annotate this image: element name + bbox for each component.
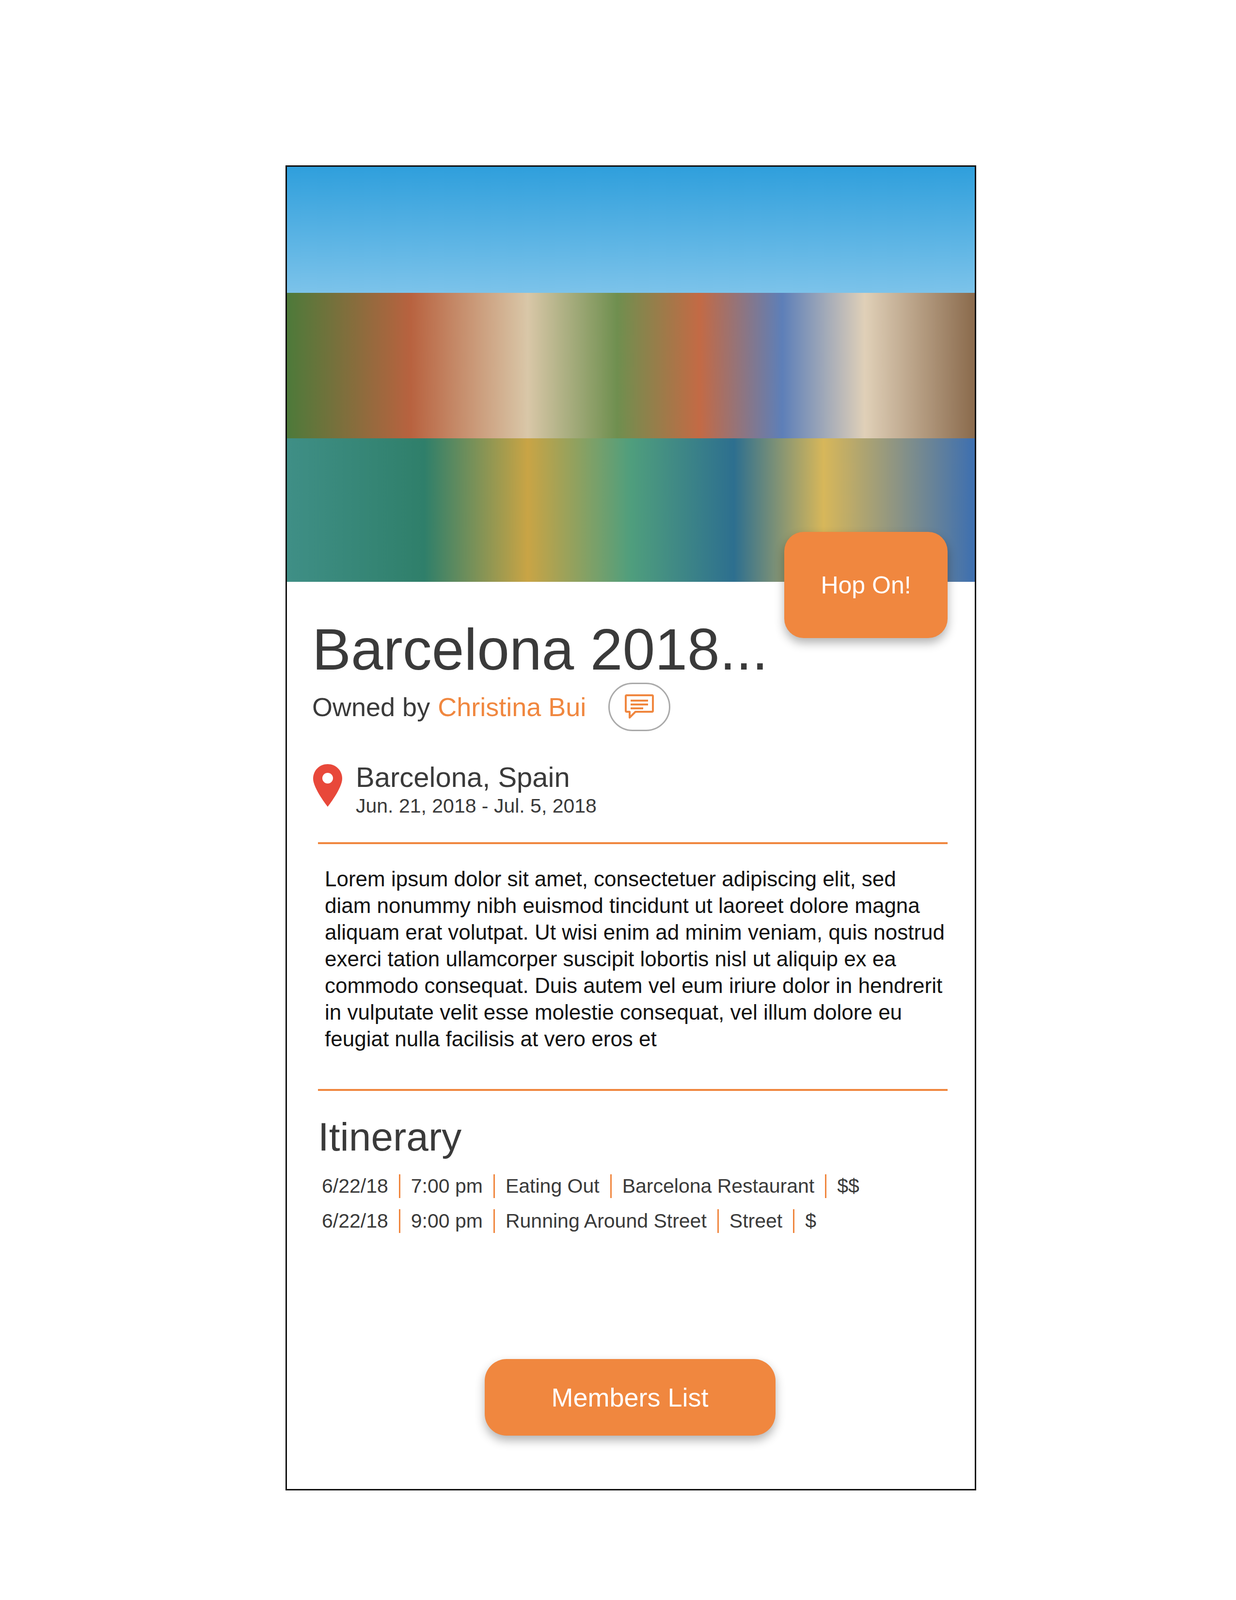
location-block: Barcelona, Spain Jun. 21, 2018 - Jul. 5,… [312, 760, 948, 818]
trip-description: Lorem ipsum dolor sit amet, consectetuer… [324, 865, 948, 1052]
trip-card: Hop On! Barcelona 2018... Owned by Chris… [285, 165, 977, 1490]
bottom-bar: Members List [312, 1329, 948, 1489]
trip-dates: Jun. 21, 2018 - Jul. 5, 2018 [355, 793, 597, 818]
chat-icon [623, 693, 655, 721]
owner-label: Owned by [312, 691, 430, 722]
itinerary-time: 7:00 pm [398, 1173, 494, 1198]
hop-on-button[interactable]: Hop On! [784, 531, 948, 638]
itinerary-date: 6/22/18 [321, 1208, 399, 1233]
owner-row: Owned by Christina Bui [312, 682, 948, 731]
members-list-button[interactable]: Members List [484, 1358, 776, 1436]
location-name: Barcelona, Spain [355, 760, 597, 794]
itinerary-place: Street [717, 1208, 793, 1233]
itinerary-list: 6/22/18 7:00 pm Eating Out Barcelona Res… [321, 1168, 948, 1238]
itinerary-row[interactable]: 6/22/18 7:00 pm Eating Out Barcelona Res… [321, 1168, 948, 1204]
itinerary-time: 9:00 pm [398, 1208, 494, 1233]
page: Hop On! Barcelona 2018... Owned by Chris… [0, 0, 1236, 1600]
itinerary-activity: Eating Out [493, 1173, 611, 1198]
trip-details: Barcelona 2018... Owned by Christina Bui… [286, 581, 975, 1489]
itinerary-row[interactable]: 6/22/18 9:00 pm Running Around Street St… [321, 1203, 948, 1238]
itinerary-price: $$ [824, 1173, 871, 1198]
itinerary-date: 6/22/18 [321, 1173, 399, 1198]
divider [317, 841, 948, 844]
itinerary-price: $ [792, 1208, 827, 1233]
location-pin-icon [312, 762, 344, 808]
itinerary-title: Itinerary [317, 1112, 948, 1161]
itinerary-place: Barcelona Restaurant [610, 1173, 826, 1198]
owner-name[interactable]: Christina Bui [437, 691, 587, 722]
hero-photo [286, 166, 975, 582]
itinerary-activity: Running Around Street [493, 1208, 718, 1233]
divider [317, 1088, 948, 1091]
trip-title: Barcelona 2018... [312, 615, 788, 683]
chat-button[interactable] [608, 682, 671, 731]
